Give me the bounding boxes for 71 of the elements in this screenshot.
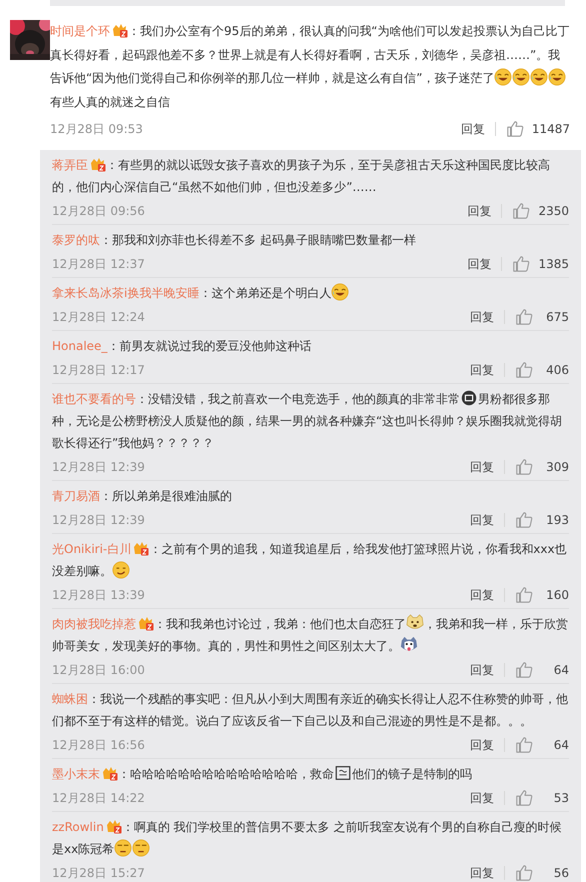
reply-button[interactable]: 回复 xyxy=(470,659,494,681)
thumbs-up-icon[interactable] xyxy=(506,120,524,138)
reply-button[interactable]: 回复 xyxy=(460,120,485,138)
comment-date: 12月28日 12:39 xyxy=(52,512,145,529)
comment-date: 12月28日 12:24 xyxy=(52,309,145,326)
comment-date: 12月28日 14:22 xyxy=(52,790,145,807)
comment-date: 12月28日 09:53 xyxy=(50,121,143,138)
laughing-face-icon xyxy=(494,68,512,86)
comment-text: 光Onikiri-白川 ：之前有个男的追我，知道我追星后，给我发他打篮球照片说，你看我和xxx也没差别嘛。 xyxy=(52,540,568,581)
reply-button[interactable]: 回复 xyxy=(467,200,492,222)
unamused-face-icon xyxy=(114,839,132,857)
comment-text: 墨小末末 ：哈哈哈哈哈哈哈哈哈哈哈哈哈哈，救命 他们的镜子是特制的吗 xyxy=(52,763,569,785)
comment-text: 泰罗的呔：那我和刘亦菲也长得差不多 起码鼻子眼睛嘴巴数量都一样 xyxy=(52,232,417,249)
thumbs-up-icon[interactable] xyxy=(515,361,533,379)
reply-button[interactable]: 回复 xyxy=(470,456,494,478)
reply-button[interactable]: 回复 xyxy=(470,584,494,606)
thumbs-up-icon[interactable] xyxy=(515,586,533,604)
comment-text: 谁也不要看的号：没错没错，我之前喜欢一个电竞选手，他的颜真的非常非常 男粉都很多那种，无论是公榜野榜没人质疑他的颜，结果一男的就各种嫌弃“这也叫长得帅？娱乐圈我就觉得胡歌长得还行”我他妈？？？？？ xyxy=(52,388,569,454)
reply-button[interactable]: 回复 xyxy=(470,359,494,381)
like-count: 1385 xyxy=(538,256,569,273)
comment-text: 青刀易酒：所以弟弟是很难油腻的 xyxy=(52,488,233,505)
thumbs-up-icon[interactable] xyxy=(515,864,533,882)
like-count: 64 xyxy=(552,662,569,679)
unamused-face-icon xyxy=(132,839,150,857)
like-count: 309 xyxy=(545,459,569,476)
reply-button[interactable]: 回复 xyxy=(470,734,494,756)
husky-face-icon xyxy=(400,636,418,654)
comment-date: 12月28日 16:00 xyxy=(52,662,145,679)
comment-date: 12月28日 15:27 xyxy=(52,865,145,882)
thumbs-up-icon[interactable] xyxy=(515,308,533,326)
like-count: 53 xyxy=(552,790,569,807)
reply-button[interactable]: 回复 xyxy=(470,306,494,328)
like-count: 193 xyxy=(545,512,569,529)
reply-button[interactable]: 回复 xyxy=(467,253,492,275)
comment-date: 12月28日 13:39 xyxy=(52,587,145,604)
like-count: 11487 xyxy=(532,121,570,138)
thumbs-up-icon[interactable] xyxy=(512,255,530,273)
comment-text: 肉肉被我吃掉惹 ：我和我弟也讨论过，我弟：他们也太自恋狂了 ，我弟和我一样，乐于欣赏帅哥美女，发现美好的事物。真的，男性和男性之间区别太大了。 xyxy=(52,613,569,657)
like-count: 2350 xyxy=(538,203,569,220)
comment-date: 12月28日 09:56 xyxy=(52,203,145,220)
square-mark-icon xyxy=(334,764,352,782)
like-count: 64 xyxy=(552,737,569,754)
like-count: 675 xyxy=(545,309,569,326)
comment-text: 拿来长岛冰茶i换我半晚安睡：这个弟弟还是个明白人 xyxy=(52,282,569,304)
comment-text: zzRowlin ：啊真的 我们学校里的普信男不要太多 之前听我室友说有个男的自称自己瘦的时候是xx陈冠希 xyxy=(52,818,562,859)
reply-button[interactable]: 回复 xyxy=(470,509,494,531)
comment-date: 12月28日 12:39 xyxy=(52,459,145,476)
like-count: 56 xyxy=(552,865,569,882)
thumbs-up-icon[interactable] xyxy=(515,458,533,476)
laughing-face-icon xyxy=(548,68,566,86)
comment-text: Honalee_：前男友就说过我的爱豆没他帅这种话 xyxy=(52,338,312,355)
comment-text: 蒋弄臣 ：有些男的就以诋毁女孩子喜欢的男孩子为乐，至于吴彦祖古天乐这种国民度比较高的，他们内心深信自己“虽然不如他们帅，但也没差多少”…… xyxy=(52,156,551,196)
reply-button[interactable]: 回复 xyxy=(470,862,494,882)
laughing-face-icon xyxy=(530,68,548,86)
comment-date: 12月28日 16:56 xyxy=(52,737,145,754)
thumbs-up-icon[interactable] xyxy=(515,789,533,807)
like-count: 160 xyxy=(545,587,569,604)
comment-text: 时间是个环 ：我们办公室有个95后的弟弟，很认真的问我“为啥他们可以发起投票认为自己比丁真长得好看，起码跟他差不多？世界上就是有人长得好看啊，古天乐，刘德华，吴彦祖……”。我告诉他“因为他们觉得自己和你例举的那几位一样帅，就是这么有自信”，孩子迷茫了 有些人真的就迷之自信 xyxy=(50,22,570,110)
comment-date: 12月28日 12:17 xyxy=(52,362,145,379)
round-mark-icon xyxy=(460,389,478,407)
laughing-face-icon xyxy=(512,68,530,86)
reply-button[interactable]: 回复 xyxy=(470,787,494,809)
comment-text: 蜘蛛困：我说一个残酷的事实吧：但凡从小到大周围有亲近的确实长得让人忍不住称赞的帅哥，他们都不至于有这样的错觉。说白了应该反省一下自己以及和自己混迹的男性是不是都。。。 xyxy=(52,691,569,730)
smirking-face-icon xyxy=(112,561,130,579)
thumbs-up-icon[interactable] xyxy=(512,202,530,220)
thumbs-up-icon[interactable] xyxy=(515,511,533,529)
like-count: 406 xyxy=(545,362,569,379)
laughing-face-icon xyxy=(331,283,350,301)
comment-date: 12月28日 12:37 xyxy=(52,256,145,273)
thumbs-up-icon[interactable] xyxy=(515,736,533,754)
thumbs-up-icon[interactable] xyxy=(515,661,533,679)
